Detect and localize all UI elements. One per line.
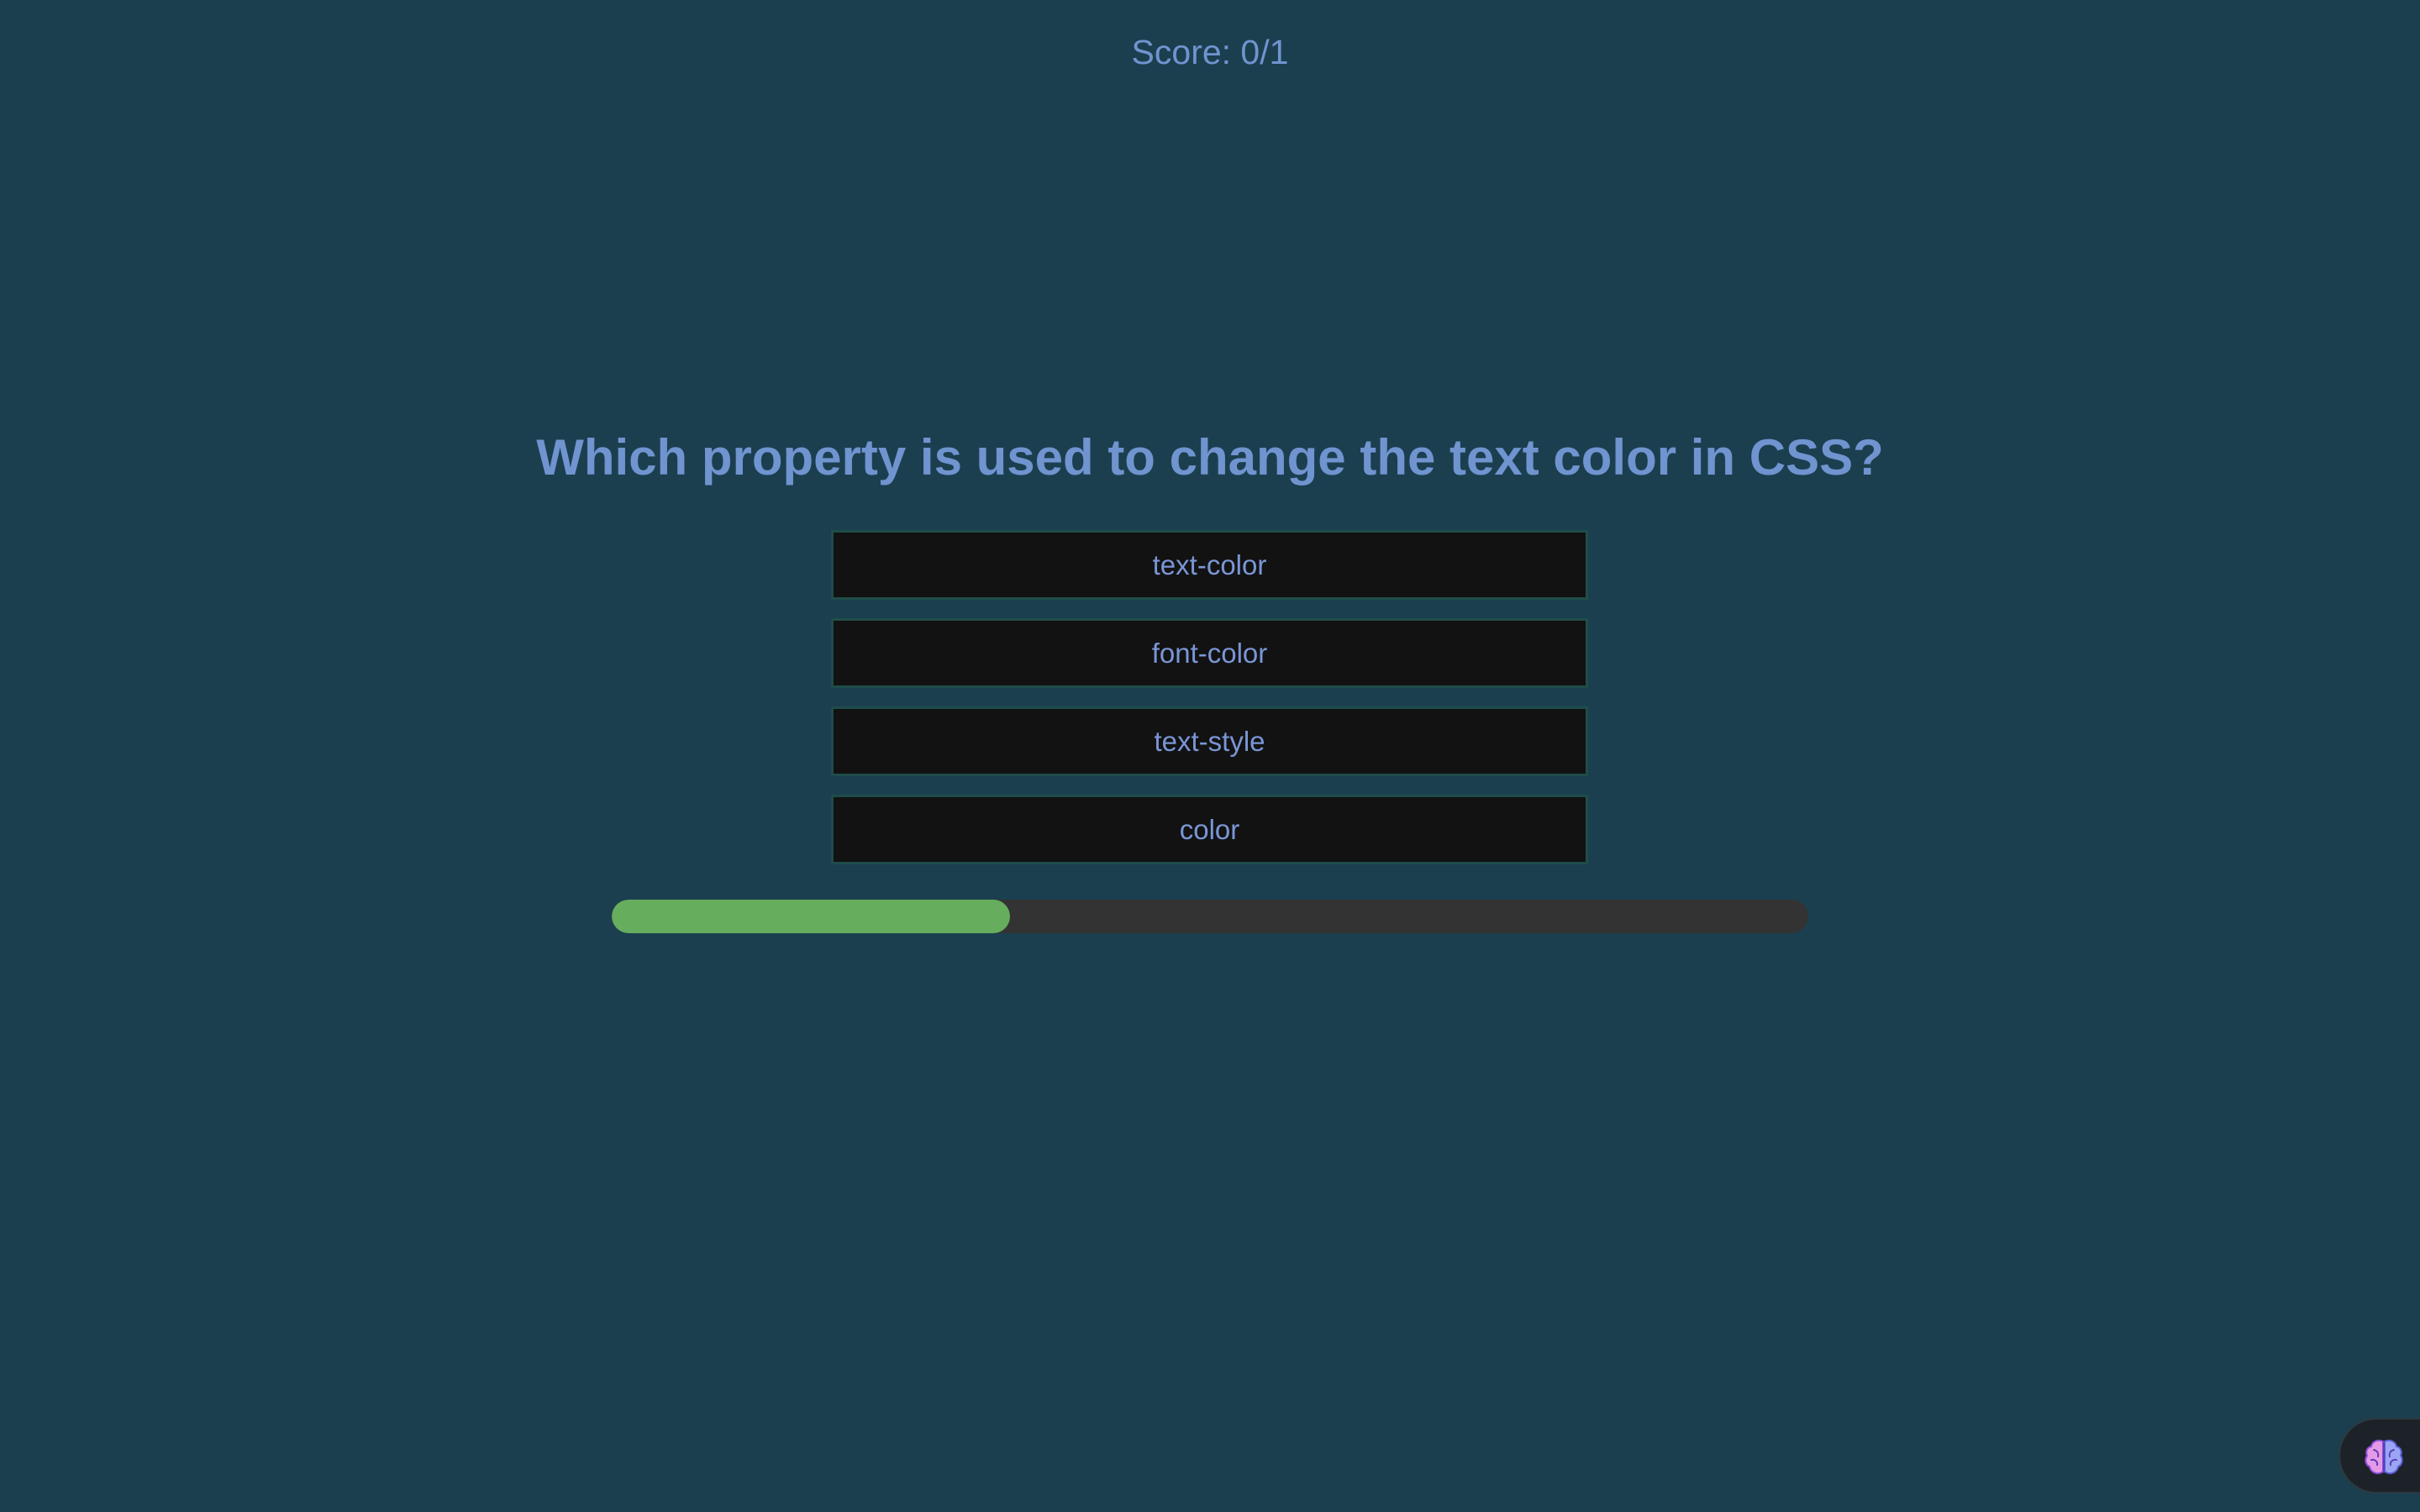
question-text: Which property is used to change the tex… [536, 429, 1884, 486]
score-display: Score: 0/1 [1131, 33, 1289, 71]
quiz-page: Score: 0/1 Which property is used to cha… [0, 0, 2420, 1512]
answer-option-text-color[interactable]: text-color [831, 530, 1588, 600]
answer-options: text-color font-color text-style color [831, 530, 1588, 883]
answer-option-color[interactable]: color [831, 795, 1588, 864]
assistant-button[interactable] [2338, 1418, 2420, 1494]
progress-bar-fill [612, 900, 1011, 933]
progress-bar [612, 900, 1808, 933]
answer-option-text-style[interactable]: text-style [831, 706, 1588, 776]
answer-option-font-color[interactable]: font-color [831, 618, 1588, 688]
brain-icon [2365, 1439, 2403, 1475]
